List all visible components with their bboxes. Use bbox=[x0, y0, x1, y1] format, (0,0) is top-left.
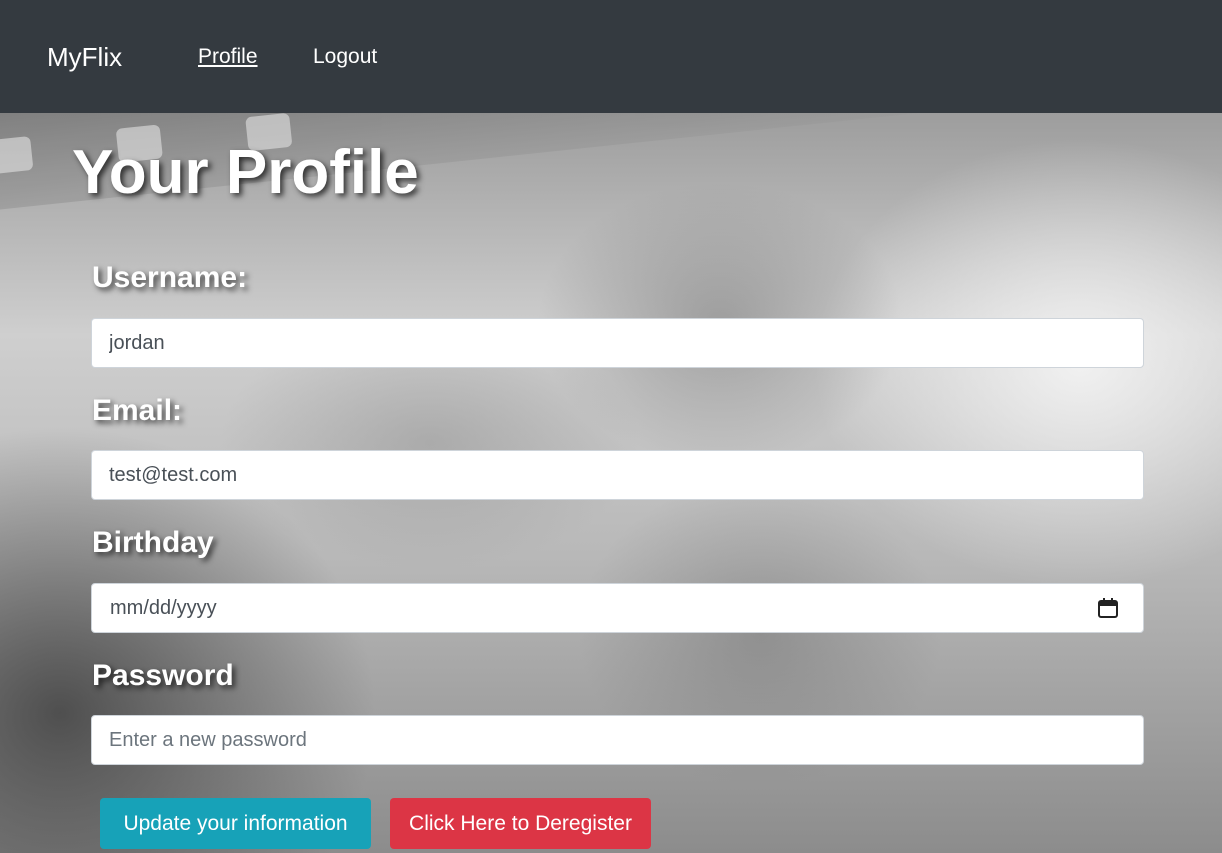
email-field[interactable] bbox=[91, 450, 1144, 500]
page-title: Your Profile bbox=[72, 138, 419, 207]
birthday-field[interactable]: mm/dd/yyyy bbox=[91, 583, 1144, 633]
calendar-icon[interactable] bbox=[1097, 597, 1119, 619]
update-info-button[interactable]: Update your information bbox=[100, 798, 371, 849]
username-field[interactable] bbox=[91, 318, 1144, 368]
password-label: Password bbox=[92, 659, 234, 692]
deregister-button[interactable]: Click Here to Deregister bbox=[390, 798, 651, 849]
username-label: Username: bbox=[92, 261, 248, 294]
nav-link-profile[interactable]: Profile bbox=[198, 43, 258, 71]
password-field[interactable] bbox=[91, 715, 1144, 765]
navbar: MyFlix Profile Logout bbox=[0, 0, 1222, 113]
birthday-placeholder: mm/dd/yyyy bbox=[110, 597, 217, 619]
email-label: Email: bbox=[92, 394, 183, 427]
birthday-label: Birthday bbox=[92, 526, 214, 559]
brand-logo[interactable]: MyFlix bbox=[47, 40, 122, 74]
profile-view: Your Profile Username: Email: Birthday m… bbox=[0, 113, 1222, 853]
nav-link-logout[interactable]: Logout bbox=[313, 43, 377, 71]
